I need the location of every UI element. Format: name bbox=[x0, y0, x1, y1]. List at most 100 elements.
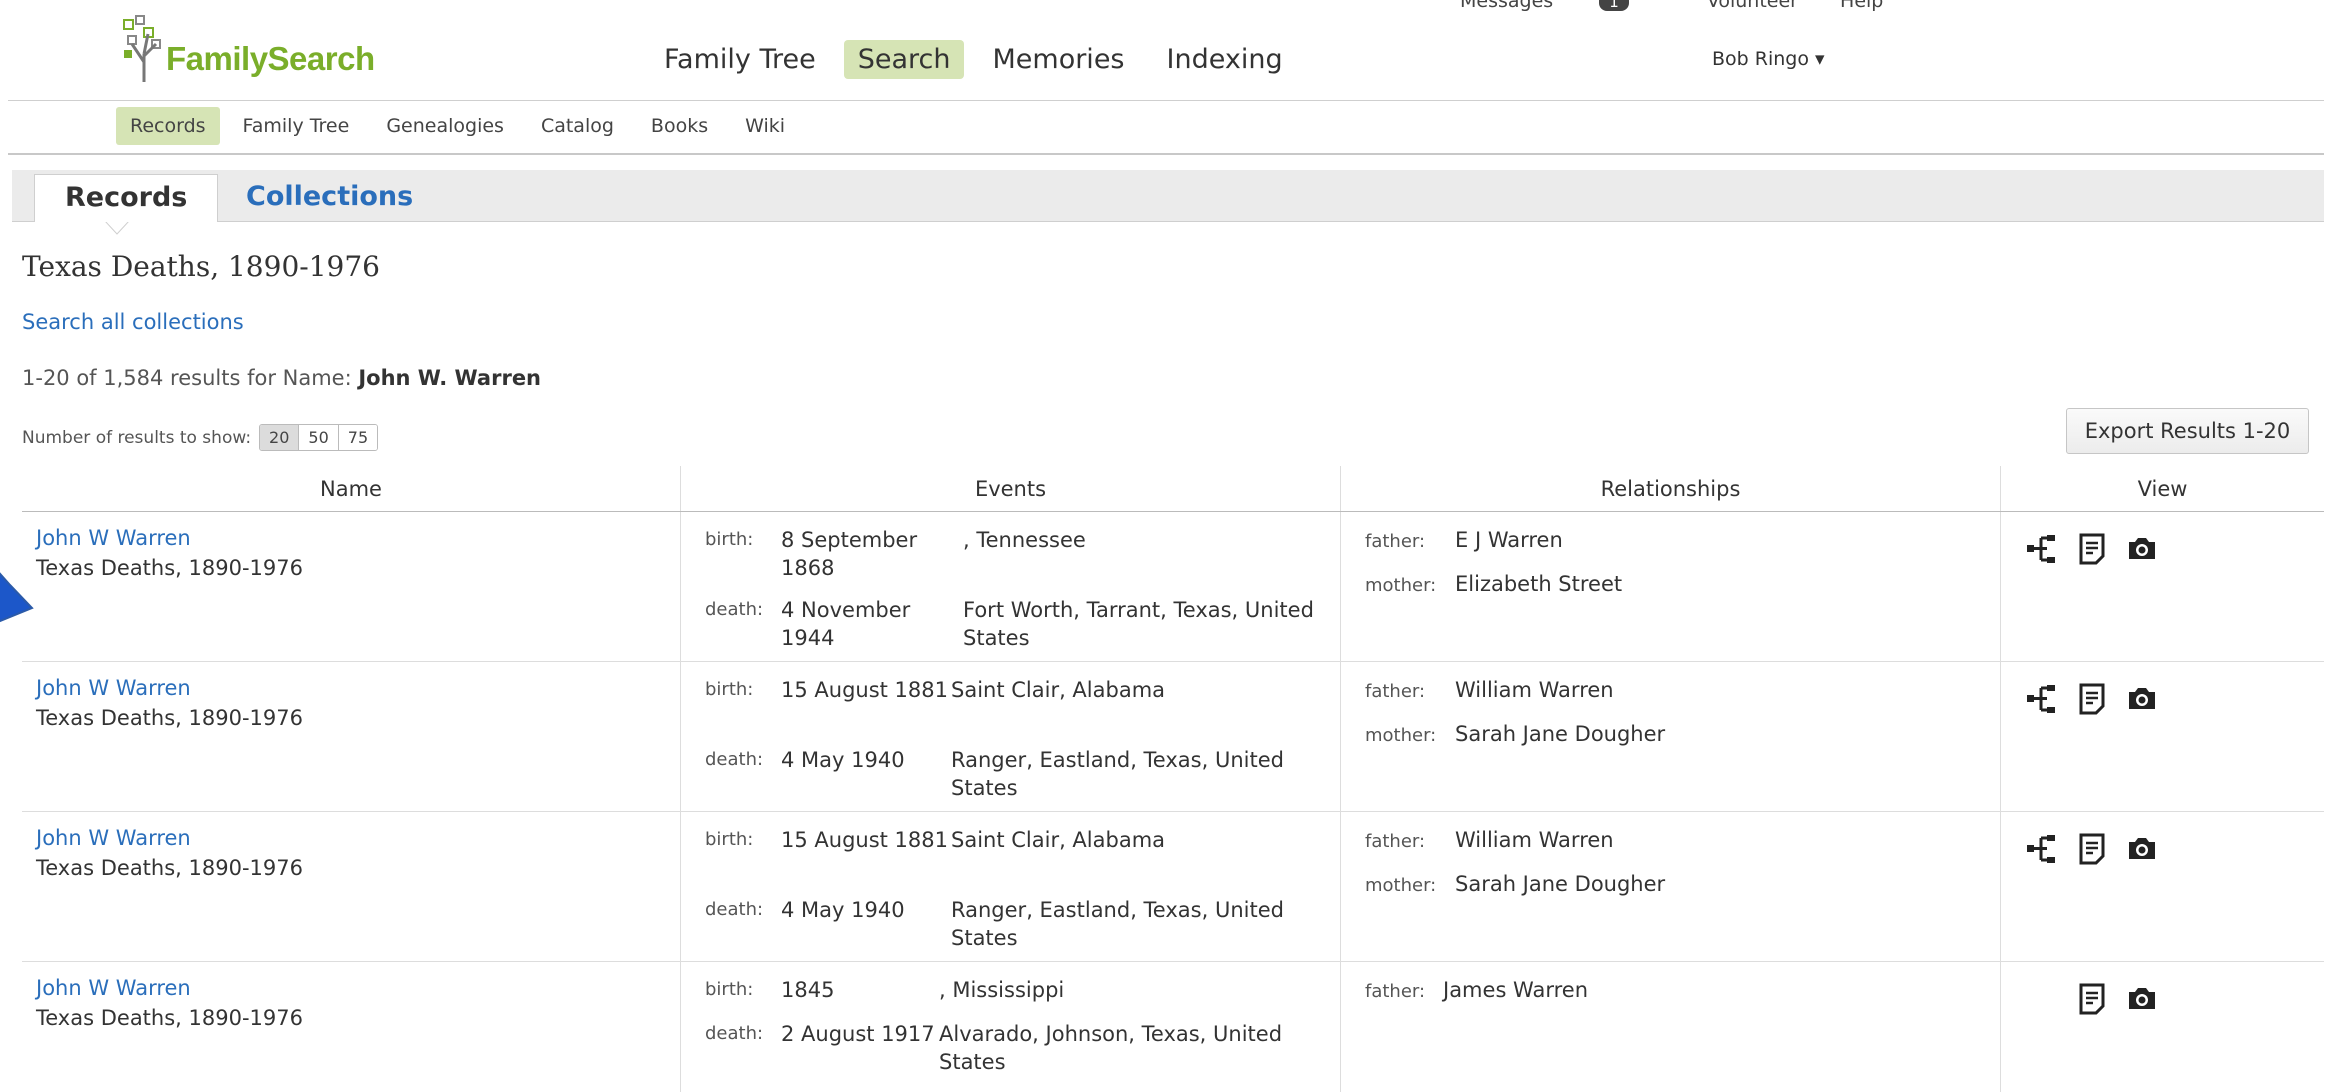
relationships-cell: father: William Warren mother: Sarah Jan… bbox=[1341, 812, 2001, 961]
results-table: Name Events Relationships View John W Wa… bbox=[22, 466, 2324, 1092]
search-all-collections-link[interactable]: Search all collections bbox=[22, 310, 244, 334]
birth-label: birth: bbox=[705, 529, 754, 550]
record-collection: Texas Deaths, 1890-1976 bbox=[36, 1006, 303, 1030]
death-event: death: 2 August 1917 bbox=[705, 1020, 941, 1048]
father-relationship: father: William Warren bbox=[1365, 678, 1614, 702]
record-name-link[interactable]: John W Warren bbox=[36, 826, 191, 850]
birth-place: , Tennessee bbox=[963, 528, 1086, 552]
birth-date: 15 August 1881 bbox=[781, 828, 949, 852]
results-summary: 1-20 of 1,584 results for Name: John W. … bbox=[22, 366, 541, 390]
subnav-records[interactable]: Records bbox=[116, 107, 220, 145]
mother-label: mother: bbox=[1365, 575, 1437, 596]
mother-relationship: mother: Sarah Jane Dougher bbox=[1365, 872, 1665, 896]
tree-icon[interactable] bbox=[2025, 832, 2059, 866]
birth-date: 1845 bbox=[781, 978, 835, 1002]
mother-relationship: mother: Sarah Jane Dougher bbox=[1365, 722, 1665, 746]
user-menu[interactable]: Bob Ringo ▾ bbox=[1712, 48, 1825, 70]
subnav-wiki[interactable]: Wiki bbox=[731, 107, 799, 145]
main-nav: Family Tree Search Memories Indexing bbox=[650, 40, 1311, 79]
mother-relationship: mother: Elizabeth Street bbox=[1365, 572, 1622, 596]
subnav-divider bbox=[8, 153, 2324, 155]
birth-label: birth: bbox=[705, 979, 754, 1000]
nav-indexing[interactable]: Indexing bbox=[1153, 40, 1297, 79]
record-icon[interactable] bbox=[2075, 532, 2109, 566]
subnav-genealogies[interactable]: Genealogies bbox=[372, 107, 518, 145]
name-cell: John W Warren Texas Deaths, 1890-1976 bbox=[22, 812, 681, 961]
camera-icon[interactable] bbox=[2125, 982, 2159, 1016]
father-name: William Warren bbox=[1455, 678, 1614, 702]
view-icons bbox=[2025, 532, 2175, 566]
nav-search[interactable]: Search bbox=[843, 40, 965, 79]
view-icons bbox=[2025, 832, 2175, 866]
per-page-20[interactable]: 20 bbox=[260, 425, 300, 450]
father-name: William Warren bbox=[1455, 828, 1614, 852]
collection-title: Texas Deaths, 1890-1976 bbox=[22, 250, 380, 283]
record-icon[interactable] bbox=[2075, 982, 2109, 1016]
death-place: Ranger, Eastland, Texas, United States bbox=[951, 748, 1284, 800]
results-per-page: Number of results to show: 20 50 75 bbox=[22, 424, 379, 451]
events-cell: birth: 15 August 1881 Saint Clair, Alaba… bbox=[681, 662, 1341, 811]
mother-label: mother: bbox=[1365, 725, 1437, 746]
volunteer-link[interactable]: Volunteer bbox=[1707, 0, 1798, 12]
relationships-cell: father: James Warren bbox=[1341, 962, 2001, 1092]
record-icon[interactable] bbox=[2075, 832, 2109, 866]
birth-event: birth: 15 August 1881 bbox=[705, 826, 951, 854]
father-label: father: bbox=[1365, 831, 1426, 852]
tree-icon[interactable] bbox=[2025, 682, 2059, 716]
camera-icon[interactable] bbox=[2125, 532, 2159, 566]
logo-text: FamilySearch bbox=[166, 40, 375, 77]
record-collection: Texas Deaths, 1890-1976 bbox=[36, 706, 303, 730]
record-name-link[interactable]: John W Warren bbox=[36, 676, 191, 700]
results-per-page-label: Number of results to show: bbox=[22, 427, 252, 448]
record-icon[interactable] bbox=[2075, 682, 2109, 716]
death-date: 4 November 1944 bbox=[781, 598, 911, 650]
nav-family-tree[interactable]: Family Tree bbox=[650, 40, 830, 79]
birth-place: , Mississippi bbox=[939, 978, 1065, 1002]
help-link[interactable]: Help bbox=[1840, 0, 1883, 12]
birth-place: Saint Clair, Alabama bbox=[951, 828, 1166, 852]
tab-records[interactable]: Records bbox=[34, 174, 219, 222]
camera-icon[interactable] bbox=[2125, 832, 2159, 866]
nav-memories[interactable]: Memories bbox=[978, 40, 1138, 79]
tab-collections[interactable]: Collections bbox=[216, 174, 443, 222]
father-label: father: bbox=[1365, 531, 1426, 552]
death-place: Ranger, Eastland, Texas, United States bbox=[951, 898, 1284, 950]
death-event: death: 4 November 1944 bbox=[705, 596, 961, 652]
death-label: death: bbox=[705, 599, 764, 620]
header-name[interactable]: Name bbox=[22, 466, 681, 511]
mother-name: Sarah Jane Dougher bbox=[1455, 872, 1666, 896]
death-label: death: bbox=[705, 749, 764, 770]
death-event: death: 4 May 1940 bbox=[705, 746, 951, 774]
camera-icon[interactable] bbox=[2125, 682, 2159, 716]
birth-date: 15 August 1881 bbox=[781, 678, 949, 702]
view-icons bbox=[2075, 982, 2175, 1016]
subnav-catalog[interactable]: Catalog bbox=[527, 107, 628, 145]
birth-event: birth: 1845 bbox=[705, 976, 941, 1004]
per-page-75[interactable]: 75 bbox=[338, 425, 378, 450]
top-utility-links: Messages 1 Volunteer Help bbox=[1460, 0, 1919, 12]
mother-label: mother: bbox=[1365, 875, 1437, 896]
familysearch-logo[interactable]: FamilySearch bbox=[122, 14, 382, 84]
events-cell: birth: 8 September 1868 , Tennessee deat… bbox=[681, 512, 1341, 661]
record-name-link[interactable]: John W Warren bbox=[36, 976, 191, 1000]
view-cell bbox=[2001, 512, 2324, 661]
star-highlight-icon bbox=[0, 572, 34, 623]
export-results-button[interactable]: Export Results 1-20 bbox=[2066, 408, 2309, 454]
per-page-50[interactable]: 50 bbox=[299, 425, 339, 450]
father-relationship: father: William Warren bbox=[1365, 828, 1614, 852]
header-divider bbox=[8, 100, 2324, 101]
messages-link[interactable]: Messages 1 bbox=[1460, 0, 1665, 12]
tree-icon[interactable] bbox=[2025, 532, 2059, 566]
events-cell: birth: 1845 , Mississippi death: 2 Augus… bbox=[681, 962, 1341, 1092]
subnav-family-tree[interactable]: Family Tree bbox=[229, 107, 364, 145]
view-icons bbox=[2025, 682, 2175, 716]
name-cell: John W Warren Texas Deaths, 1890-1976 bbox=[22, 962, 681, 1092]
father-label: father: bbox=[1365, 681, 1426, 702]
results-count-text: 1-20 of 1,584 results for Name: bbox=[22, 366, 359, 390]
header-view: View bbox=[2137, 477, 2188, 501]
tab-pointer bbox=[105, 221, 129, 235]
subnav-books[interactable]: Books bbox=[637, 107, 722, 145]
view-cell bbox=[2001, 812, 2324, 961]
tree-logo-icon bbox=[123, 15, 161, 82]
view-cell bbox=[2001, 962, 2324, 1092]
